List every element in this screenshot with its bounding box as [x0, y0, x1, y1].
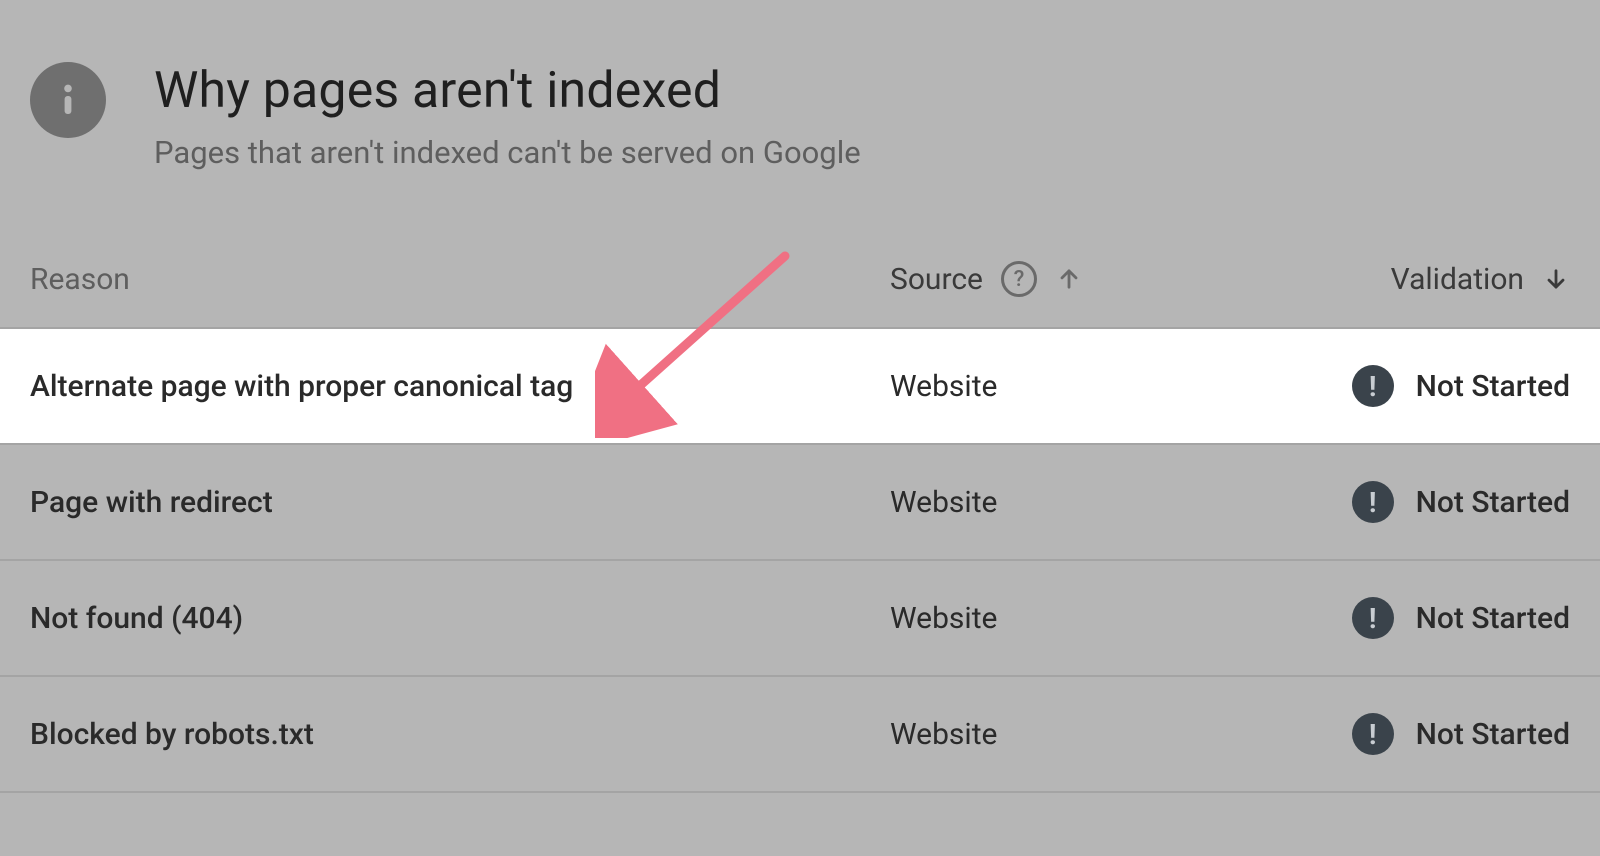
table-row[interactable]: Not found (404)Website! Not Started: [0, 561, 1600, 677]
table-row[interactable]: Page with redirectWebsite! Not Started: [0, 445, 1600, 561]
validation-status: Not Started: [1416, 717, 1570, 752]
column-source[interactable]: Source ?: [890, 261, 1240, 297]
info-icon: [30, 62, 106, 138]
cell-source: Website: [890, 485, 1240, 520]
column-validation-label: Validation: [1391, 262, 1524, 297]
cell-reason: Page with redirect: [30, 485, 890, 520]
cell-validation: ! Not Started: [1240, 713, 1570, 755]
exclamation-icon: !: [1352, 713, 1394, 755]
cell-validation: ! Not Started: [1240, 365, 1570, 407]
exclamation-icon: !: [1352, 597, 1394, 639]
cell-reason: Blocked by robots.txt: [30, 717, 890, 752]
page-header: Why pages aren't indexed Pages that aren…: [0, 0, 1600, 171]
exclamation-icon: !: [1352, 365, 1394, 407]
table-row[interactable]: Alternate page with proper canonical tag…: [0, 329, 1600, 445]
column-reason[interactable]: Reason: [30, 262, 890, 297]
validation-status: Not Started: [1416, 369, 1570, 404]
column-validation[interactable]: Validation: [1240, 262, 1570, 297]
table-row[interactable]: Blocked by robots.txtWebsite! Not Started: [0, 677, 1600, 793]
exclamation-icon: !: [1352, 481, 1394, 523]
cell-reason: Not found (404): [30, 601, 890, 636]
help-icon[interactable]: ?: [1001, 261, 1037, 297]
table-header: Reason Source ? Validation: [0, 261, 1600, 329]
cell-source: Website: [890, 601, 1240, 636]
cell-validation: ! Not Started: [1240, 597, 1570, 639]
arrow-up-icon: [1055, 265, 1083, 293]
arrow-down-icon: [1542, 265, 1570, 293]
validation-status: Not Started: [1416, 601, 1570, 636]
column-source-label: Source: [890, 262, 983, 297]
page-subtitle: Pages that aren't indexed can't be serve…: [154, 134, 861, 171]
cell-source: Website: [890, 717, 1240, 752]
reasons-table: Reason Source ? Validation Alternate pag…: [0, 261, 1600, 793]
validation-status: Not Started: [1416, 485, 1570, 520]
page-title: Why pages aren't indexed: [154, 62, 861, 120]
cell-reason: Alternate page with proper canonical tag: [30, 369, 890, 404]
cell-source: Website: [890, 369, 1240, 404]
cell-validation: ! Not Started: [1240, 481, 1570, 523]
